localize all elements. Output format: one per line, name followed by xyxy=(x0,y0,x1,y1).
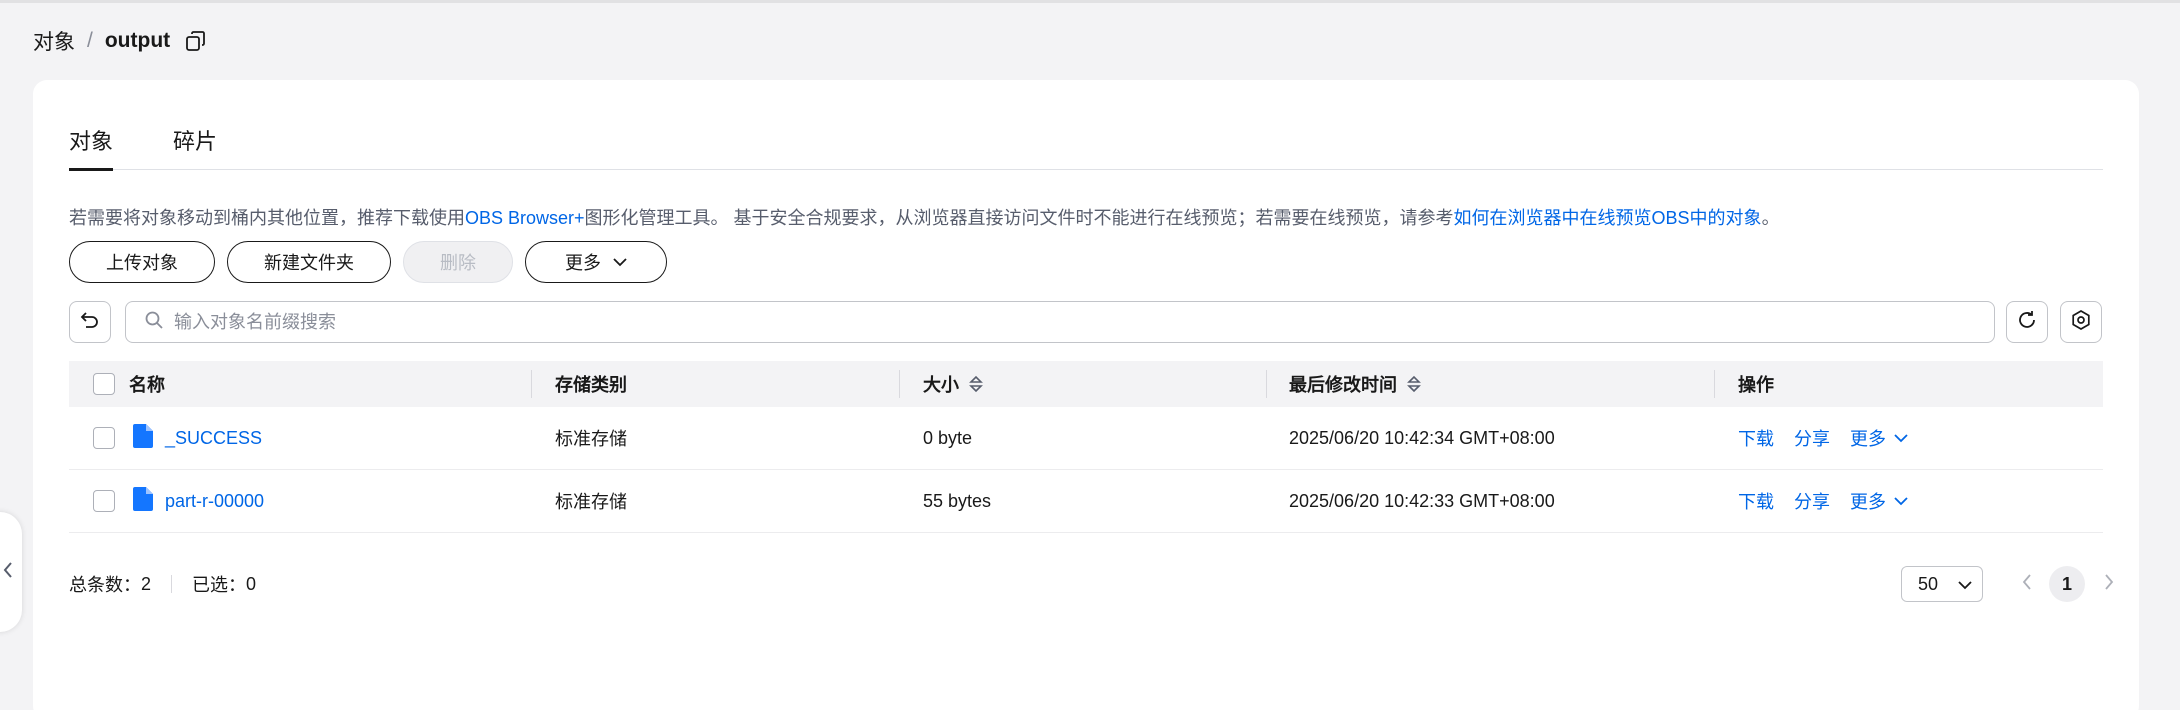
objects-card: 对象 碎片 若需要将对象移动到桶内其他位置，推荐下载使用OBS Browser+… xyxy=(33,80,2139,710)
delete-button: 删除 xyxy=(403,241,513,283)
page-number-button[interactable]: 1 xyxy=(2049,566,2085,602)
previous-page-button[interactable] xyxy=(2015,566,2039,602)
page-size-select[interactable]: 50 xyxy=(1901,566,1983,602)
download-link[interactable]: 下载 xyxy=(1738,425,1774,451)
tab-objects[interactable]: 对象 xyxy=(69,128,114,171)
notice-text-part2: 图形化管理工具。 基于安全合规要求，从浏览器直接访问文件时不能进行在线预览；若需… xyxy=(584,208,1454,228)
selected-count: 0 xyxy=(246,573,257,594)
summary-divider xyxy=(171,575,173,593)
column-divider xyxy=(899,370,900,398)
table-footer: 总条数： 2 已选： 0 50 1 xyxy=(69,566,2114,602)
sort-icon[interactable] xyxy=(969,374,983,394)
chevron-left-icon xyxy=(2022,573,2032,596)
search-box[interactable] xyxy=(125,301,1995,343)
column-divider xyxy=(1266,370,1267,398)
object-name-link[interactable]: part-r-00000 xyxy=(165,491,264,512)
breadcrumb-current: output xyxy=(104,29,171,52)
gear-icon xyxy=(2070,309,2092,336)
column-header-name: 名称 xyxy=(129,375,165,395)
preview-help-link[interactable]: 如何在浏览器中在线预览OBS中的对象 xyxy=(1454,208,1762,228)
object-name-link[interactable]: _SUCCESS xyxy=(165,428,262,449)
column-header-modified-label: 最后修改时间 xyxy=(1289,375,1397,395)
breadcrumb: 对象 / output xyxy=(33,26,208,56)
actions-cell: 下载 分享 更多 xyxy=(1738,407,1928,469)
search-icon xyxy=(144,310,164,335)
share-link[interactable]: 分享 xyxy=(1794,488,1830,514)
column-header-actions: 操作 xyxy=(1738,375,1774,395)
tab-bar: 对象 碎片 xyxy=(69,128,2103,171)
notice-text-part1: 若需要将对象移动到桶内其他位置，推荐下载使用 xyxy=(69,208,465,228)
sidebar-collapse-handle[interactable] xyxy=(0,512,22,632)
chevron-left-icon xyxy=(2,560,14,585)
storage-class-cell: 标准存储 xyxy=(555,429,627,449)
chevron-right-icon xyxy=(2104,573,2114,596)
file-icon xyxy=(133,486,153,516)
modified-cell: 2025/06/20 10:42:34 GMT+08:00 xyxy=(1289,427,1555,448)
row-select-cell xyxy=(93,407,115,469)
total-label: 总条数： xyxy=(69,575,141,595)
column-divider xyxy=(1714,370,1715,398)
row-checkbox[interactable] xyxy=(93,490,115,512)
new-folder-button[interactable]: 新建文件夹 xyxy=(227,241,391,283)
select-all-cell xyxy=(93,361,115,407)
row-more-dropdown[interactable]: 更多 xyxy=(1850,488,1908,514)
modified-cell: 2025/06/20 10:42:33 GMT+08:00 xyxy=(1289,490,1555,511)
chevron-down-icon xyxy=(1894,433,1908,443)
row-more-dropdown[interactable]: 更多 xyxy=(1850,425,1908,451)
table-header: 名称 存储类别 大小 最后修改时间 操作 xyxy=(69,361,2103,407)
undo-icon xyxy=(79,309,101,336)
chevron-down-icon xyxy=(1894,496,1908,506)
objects-table: 名称 存储类别 大小 最后修改时间 操作 _SUCCESS 标准存储 0 byt… xyxy=(69,361,2103,533)
chevron-down-icon xyxy=(1958,574,1972,595)
row-checkbox[interactable] xyxy=(93,427,115,449)
notice-text: 若需要将对象移动到桶内其他位置，推荐下载使用OBS Browser+图形化管理工… xyxy=(69,204,1780,230)
refresh-icon xyxy=(2016,309,2038,336)
column-header-size: 大小 xyxy=(923,361,983,407)
total-count: 2 xyxy=(141,573,152,594)
name-cell: part-r-00000 xyxy=(133,470,264,532)
share-link[interactable]: 分享 xyxy=(1794,425,1830,451)
column-divider xyxy=(531,370,532,398)
settings-button[interactable] xyxy=(2060,301,2102,343)
column-header-modified: 最后修改时间 xyxy=(1289,361,1421,407)
row-more-label: 更多 xyxy=(1850,492,1886,512)
file-icon xyxy=(133,423,153,453)
storage-class-cell: 标准存储 xyxy=(555,492,627,512)
top-divider xyxy=(0,0,2180,3)
notice-text-end: 。 xyxy=(1761,208,1780,228)
size-cell: 0 byte xyxy=(923,427,973,448)
row-select-cell xyxy=(93,470,115,532)
actions-cell: 下载 分享 更多 xyxy=(1738,470,1928,532)
search-input[interactable] xyxy=(174,311,1974,333)
row-more-label: 更多 xyxy=(1850,429,1886,449)
sort-icon[interactable] xyxy=(1407,374,1421,394)
more-actions-button[interactable]: 更多 xyxy=(525,241,667,283)
table-row: _SUCCESS 标准存储 0 byte 2025/06/20 10:42:34… xyxy=(69,407,2103,470)
tab-fragments[interactable]: 碎片 xyxy=(173,128,217,170)
selection-summary: 总条数： 2 已选： 0 xyxy=(69,566,256,602)
column-header-storage-class: 存储类别 xyxy=(555,375,627,395)
obs-browser-link[interactable]: OBS Browser+ xyxy=(465,208,585,228)
download-link[interactable]: 下载 xyxy=(1738,488,1774,514)
refresh-button[interactable] xyxy=(2006,301,2048,343)
upload-object-button[interactable]: 上传对象 xyxy=(69,241,215,283)
breadcrumb-separator: / xyxy=(87,29,93,52)
column-header-size-label: 大小 xyxy=(923,375,959,395)
table-row: part-r-00000 标准存储 55 bytes 2025/06/20 10… xyxy=(69,470,2103,533)
more-actions-label: 更多 xyxy=(565,253,601,273)
name-cell: _SUCCESS xyxy=(133,407,262,469)
selected-label: 已选： xyxy=(192,575,247,595)
breadcrumb-root[interactable]: 对象 xyxy=(33,26,75,56)
chevron-down-icon xyxy=(613,257,627,267)
page-size-value: 50 xyxy=(1918,573,1939,594)
copy-icon[interactable] xyxy=(184,29,208,53)
next-page-button[interactable] xyxy=(2097,566,2121,602)
select-all-checkbox[interactable] xyxy=(93,373,115,395)
size-cell: 55 bytes xyxy=(923,490,992,511)
back-button[interactable] xyxy=(69,301,111,343)
